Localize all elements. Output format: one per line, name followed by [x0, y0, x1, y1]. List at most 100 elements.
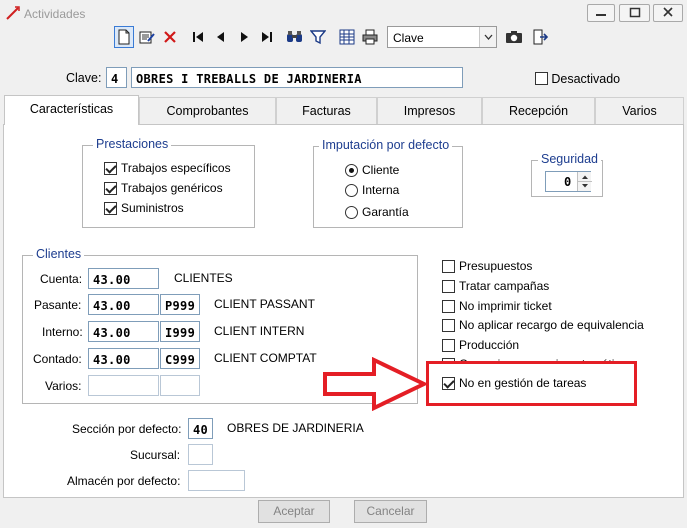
radio-cliente[interactable]: Cliente: [345, 163, 399, 177]
cuenta-account-field[interactable]: 43.00: [88, 268, 159, 289]
pasante-code: P999: [165, 299, 196, 313]
no-aplicar-recargo-checkbox[interactable]: No aplicar recargo de equivalencia: [442, 318, 644, 332]
presupuestos-checkbox[interactable]: Presupuestos: [442, 259, 532, 273]
sucursal-field[interactable]: [188, 444, 213, 465]
order-select[interactable]: Clave: [387, 26, 497, 48]
annotation-highlight-box: [426, 361, 637, 406]
checkbox-box[interactable]: [442, 279, 455, 293]
minimize-button[interactable]: [587, 4, 615, 22]
pasante-label: Pasante:: [34, 298, 82, 312]
clave-number: 4: [111, 72, 119, 86]
varios-account-field[interactable]: [88, 375, 159, 396]
exit-door-icon: [533, 29, 548, 45]
interno-account-field[interactable]: 43.00: [88, 321, 159, 342]
filter-button[interactable]: [308, 26, 328, 48]
checkbox-box[interactable]: [442, 299, 455, 313]
clave-number-field[interactable]: 4: [106, 67, 127, 88]
trabajos-genericos-checkbox[interactable]: Trabajos genéricos: [104, 181, 223, 195]
tratar-campanas-checkbox[interactable]: Tratar campañas: [442, 279, 549, 293]
pasante-account-field[interactable]: 43.00: [88, 294, 159, 315]
clave-label: Clave:: [66, 71, 102, 85]
next-record-button[interactable]: [234, 26, 254, 48]
new-record-button[interactable]: [114, 26, 134, 48]
tab-impresos[interactable]: Impresos: [377, 97, 482, 124]
checkbox-box[interactable]: [104, 201, 117, 215]
trabajos-especificos-checkbox[interactable]: Trabajos específicos: [104, 161, 231, 175]
previous-record-button[interactable]: [211, 26, 231, 48]
delete-record-button[interactable]: [160, 26, 180, 48]
seccion-field[interactable]: 40: [188, 418, 213, 439]
last-record-icon: [262, 32, 272, 42]
chevron-down-icon[interactable]: [479, 27, 496, 47]
exit-button[interactable]: [530, 26, 550, 48]
checkbox-box[interactable]: [104, 161, 117, 175]
produccion-checkbox[interactable]: Producción: [442, 338, 519, 352]
almacen-field[interactable]: [188, 470, 245, 491]
radio-button[interactable]: [345, 183, 358, 197]
checkbox-box[interactable]: [442, 259, 455, 273]
contado-account-field[interactable]: 43.00: [88, 348, 159, 369]
next-icon: [241, 32, 248, 42]
tab-recepcion[interactable]: Recepción: [482, 97, 595, 124]
suministros-checkbox[interactable]: Suministros: [104, 201, 184, 215]
varios-label: Varios:: [45, 379, 82, 393]
first-record-button[interactable]: [188, 26, 208, 48]
varios-code-field[interactable]: [160, 375, 200, 396]
checkbox-box[interactable]: [442, 318, 455, 332]
tab-facturas[interactable]: Facturas: [276, 97, 377, 124]
checkbox-label: No aplicar recargo de equivalencia: [459, 318, 644, 332]
clave-description-field[interactable]: OBRES I TREBALLS DE JARDINERIA: [131, 67, 463, 88]
filter-icon: [310, 30, 326, 45]
app-icon: [6, 6, 20, 20]
maximize-icon: [629, 7, 640, 18]
contado-name: CLIENT COMPTAT: [214, 351, 317, 365]
pasante-code-field[interactable]: P999: [160, 294, 200, 315]
desactivado-checkbox[interactable]: Desactivado: [535, 71, 620, 86]
pasante-name: CLIENT PASSANT: [214, 297, 315, 311]
tab-caracteristicas[interactable]: Características: [4, 95, 139, 125]
search-button[interactable]: [285, 26, 305, 48]
maximize-button[interactable]: [619, 4, 650, 22]
checkbox-label: Trabajos específicos: [121, 161, 231, 175]
radio-button[interactable]: [345, 163, 358, 177]
seguridad-spinner[interactable]: 0: [545, 171, 592, 192]
cancel-button[interactable]: Cancelar: [354, 500, 427, 523]
print-button[interactable]: [360, 26, 380, 48]
printer-icon: [362, 29, 378, 45]
edit-record-button[interactable]: [137, 26, 157, 48]
checkbox-box[interactable]: [104, 181, 117, 195]
imputacion-group: Imputación por defecto Cliente Interna G…: [313, 138, 463, 228]
radio-label: Cliente: [362, 163, 400, 177]
tab-varios[interactable]: Varios: [595, 97, 684, 124]
contado-account: 43.00: [93, 353, 131, 367]
list-view-button[interactable]: [337, 26, 357, 48]
seccion-label: Sección por defecto:: [72, 422, 182, 436]
checkbox-box[interactable]: [442, 338, 455, 352]
camera-button[interactable]: [504, 26, 524, 48]
interno-code-field[interactable]: I999: [160, 321, 200, 342]
last-record-button[interactable]: [257, 26, 277, 48]
almacen-label: Almacén por defecto:: [67, 474, 181, 488]
radio-button[interactable]: [345, 205, 358, 219]
checkbox-box[interactable]: [535, 72, 548, 86]
radio-garantia[interactable]: Garantía: [345, 205, 409, 219]
delete-icon: [164, 31, 176, 43]
pasante-account: 43.00: [93, 299, 131, 313]
order-select-value: Clave: [393, 31, 424, 45]
no-imprimir-ticket-checkbox[interactable]: No imprimir ticket: [442, 299, 552, 313]
previous-icon: [217, 32, 224, 42]
close-window-button[interactable]: [653, 4, 683, 22]
spinner-arrows-icon: [578, 175, 592, 188]
binoculars-icon: [287, 31, 302, 42]
window-title: Actividades: [24, 7, 86, 21]
tab-comprobantes[interactable]: Comprobantes: [139, 97, 276, 124]
radio-interna[interactable]: Interna: [345, 183, 399, 197]
accept-button[interactable]: Aceptar: [258, 500, 330, 523]
spinner-arrows[interactable]: [577, 172, 592, 191]
contado-code: C999: [165, 353, 196, 367]
contado-code-field[interactable]: C999: [160, 348, 200, 369]
interno-label: Interno:: [42, 325, 83, 339]
imputacion-title: Imputación por defecto: [319, 138, 453, 152]
clave-description: OBRES I TREBALLS DE JARDINERIA: [136, 72, 362, 86]
checkbox-label: Producción: [459, 338, 520, 352]
